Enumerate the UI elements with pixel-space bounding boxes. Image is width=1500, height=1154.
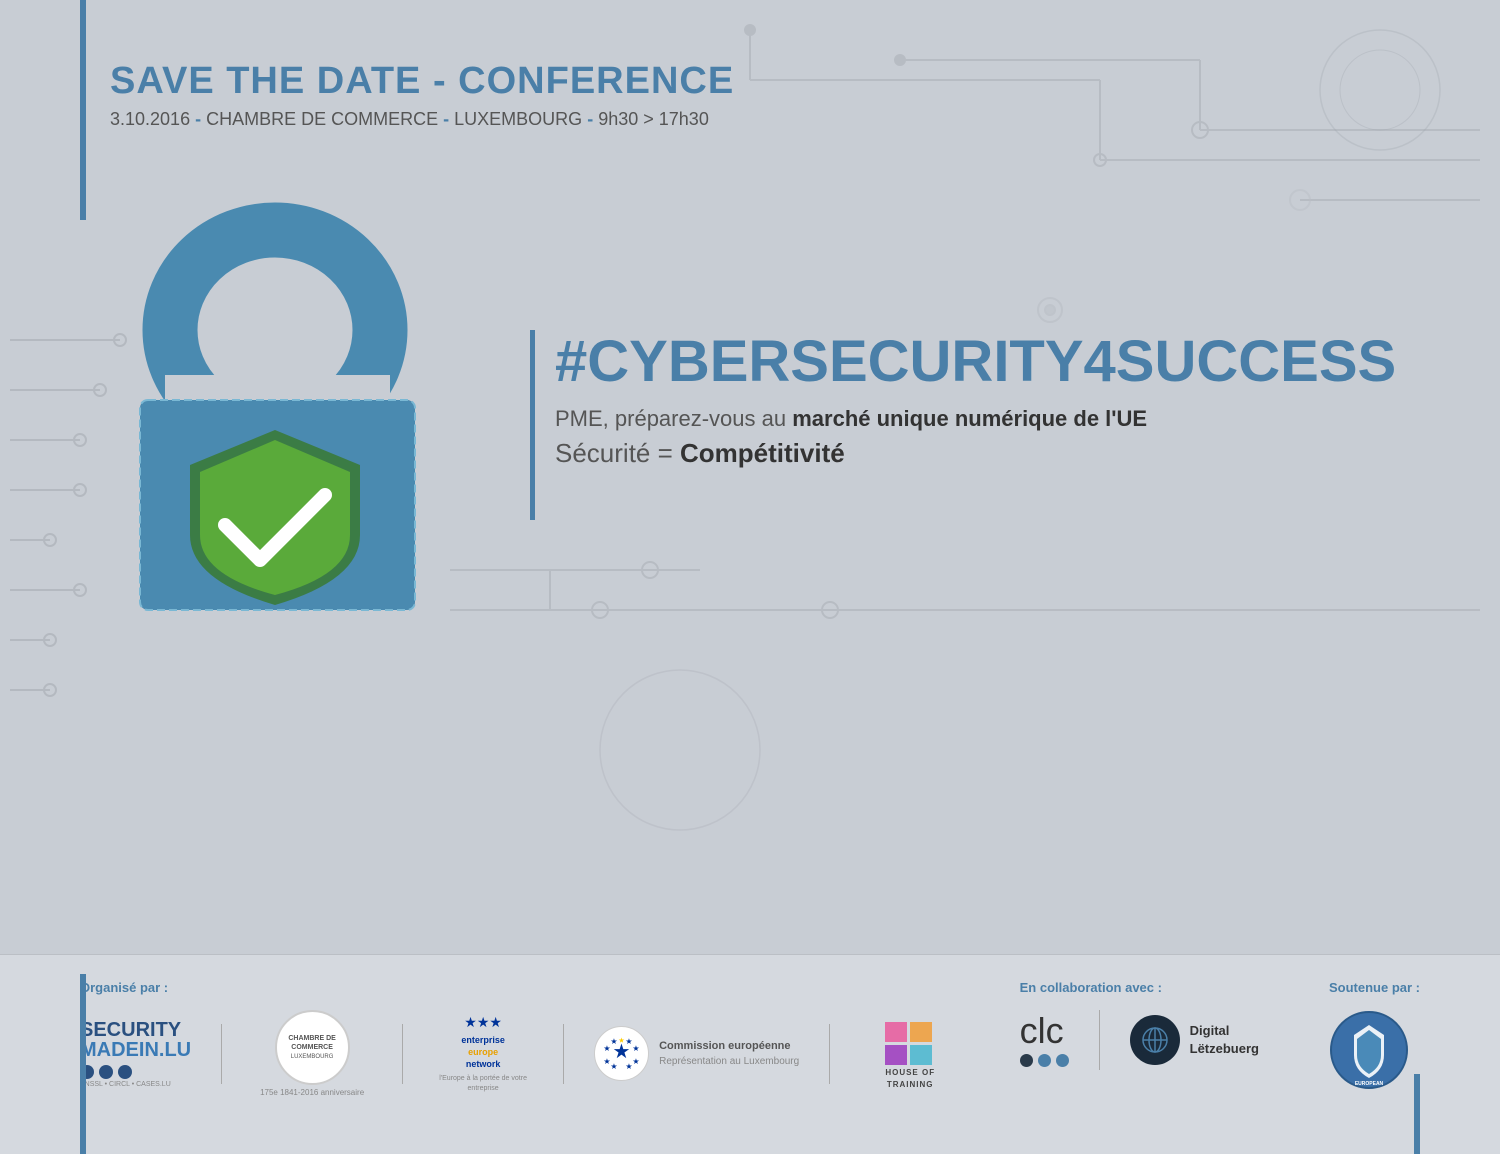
een-logo: ★★★ enterprise europe network l'Europe à… <box>433 1014 533 1092</box>
collab-logos: clc <box>1020 1010 1259 1070</box>
divider-3 <box>563 1024 564 1084</box>
lock-illustration <box>110 200 440 620</box>
svg-text:EUROPEAN: EUROPEAN <box>1355 1081 1384 1087</box>
footer-logos-row: Organisé par : SECURITY MADEIN.LU <box>0 955 1500 1097</box>
clc-dot-2 <box>1038 1054 1051 1067</box>
security-sub: ANSSL • CIRCL • CASES.LU <box>80 1081 171 1088</box>
chambre-commerce-logo: CHAMBRE DE COMMERCE LUXEMBOURG 175e 1841… <box>252 1010 372 1097</box>
svg-text:★: ★ <box>626 1062 633 1071</box>
event-venue: CHAMBRE DE COMMERCE <box>206 109 438 129</box>
clc-logo: clc <box>1020 1013 1069 1067</box>
soutenu-logos: EUROPEAN <box>1329 1010 1420 1095</box>
commission-name: Commission européenne <box>659 1038 799 1055</box>
tagline-1-bold: marché unique numérique de l'UE <box>792 406 1147 431</box>
svg-text:★: ★ <box>611 1062 618 1071</box>
digital-name: Digital <box>1190 1022 1259 1040</box>
header-section: SAVE THE DATE - CONFERENCE 3.10.2016 - C… <box>110 60 734 130</box>
soutenue-section: Soutenue par : EUROPEAN <box>1329 980 1420 1095</box>
event-date: 3.10.2016 <box>110 109 190 129</box>
svg-text:★: ★ <box>633 1057 640 1066</box>
tagline-2-bold: Compétitivité <box>680 438 845 468</box>
clc-dot-3 <box>1056 1054 1069 1067</box>
divider-1 <box>221 1024 222 1084</box>
svg-text:★: ★ <box>626 1037 633 1046</box>
security-icon-3 <box>118 1065 132 1079</box>
text-accent-line <box>530 330 535 520</box>
collaboration-section: En collaboration avec : clc <box>1020 980 1259 1070</box>
security-madein-logo: SECURITY MADEIN.LU ANSSL • CIRCL • CASES… <box>80 1020 191 1088</box>
main-text-section: #CYBERSECURITY4SUCCESS PME, préparez-vou… <box>530 330 1330 469</box>
commission-sub: Représentation au Luxembourg <box>659 1054 799 1069</box>
een-tagline: l'Europe à la portée de votre entreprise <box>433 1074 533 1092</box>
collab-label: En collaboration avec : <box>1020 980 1259 995</box>
conference-hashtag: #CYBERSECURITY4SUCCESS <box>555 330 1330 394</box>
svg-text:★: ★ <box>633 1044 640 1053</box>
tagline-1: PME, préparez-vous au marché unique numé… <box>555 406 1330 432</box>
footer-right-bar <box>1414 1074 1420 1154</box>
tagline-2-regular: Sécurité = <box>555 438 680 468</box>
event-details: 3.10.2016 - CHAMBRE DE COMMERCE - LUXEMB… <box>110 109 734 130</box>
footer-left-bar <box>80 974 86 1154</box>
event-city: LUXEMBOURG <box>454 109 582 129</box>
left-accent-bar <box>80 0 86 220</box>
clc-dot-1 <box>1020 1054 1033 1067</box>
clc-text: clc <box>1020 1013 1064 1049</box>
digital-sub: Lëtzebuerg <box>1190 1040 1259 1058</box>
page: SAVE THE DATE - CONFERENCE 3.10.2016 - C… <box>0 0 1500 1154</box>
event-title: SAVE THE DATE - CONFERENCE <box>110 60 734 103</box>
chambre-years: 175e 1841-2016 anniversaire <box>260 1088 364 1097</box>
divider-5 <box>1099 1010 1100 1070</box>
tagline-1-regular: PME, préparez-vous au <box>555 406 792 431</box>
divider-4 <box>829 1024 830 1084</box>
divider-2 <box>402 1024 403 1084</box>
organise-logos: SECURITY MADEIN.LU ANSSL • CIRCL • CASES… <box>80 1010 960 1097</box>
house-of-training-logo: HOUSE OF TRAINING <box>860 1017 960 1089</box>
ecso-logo: EUROPEAN <box>1329 1010 1409 1095</box>
event-time: 9h30 > 17h30 <box>598 109 709 129</box>
security-icon-2 <box>99 1065 113 1079</box>
tagline-2: Sécurité = Compétitivité <box>555 438 1330 469</box>
footer-section: Organisé par : SECURITY MADEIN.LU <box>0 954 1500 1154</box>
digital-letzebuerg-logo: Digital Lëtzebuerg <box>1130 1015 1259 1065</box>
organise-section: Organisé par : SECURITY MADEIN.LU <box>80 980 960 1097</box>
soutenu-label: Soutenue par : <box>1329 980 1420 995</box>
svg-text:★: ★ <box>611 1037 618 1046</box>
organise-label: Organisé par : <box>80 980 960 995</box>
commission-logo: ★ ★ ★ ★ ★ ★ ★ ★ ★ <box>594 1026 799 1081</box>
